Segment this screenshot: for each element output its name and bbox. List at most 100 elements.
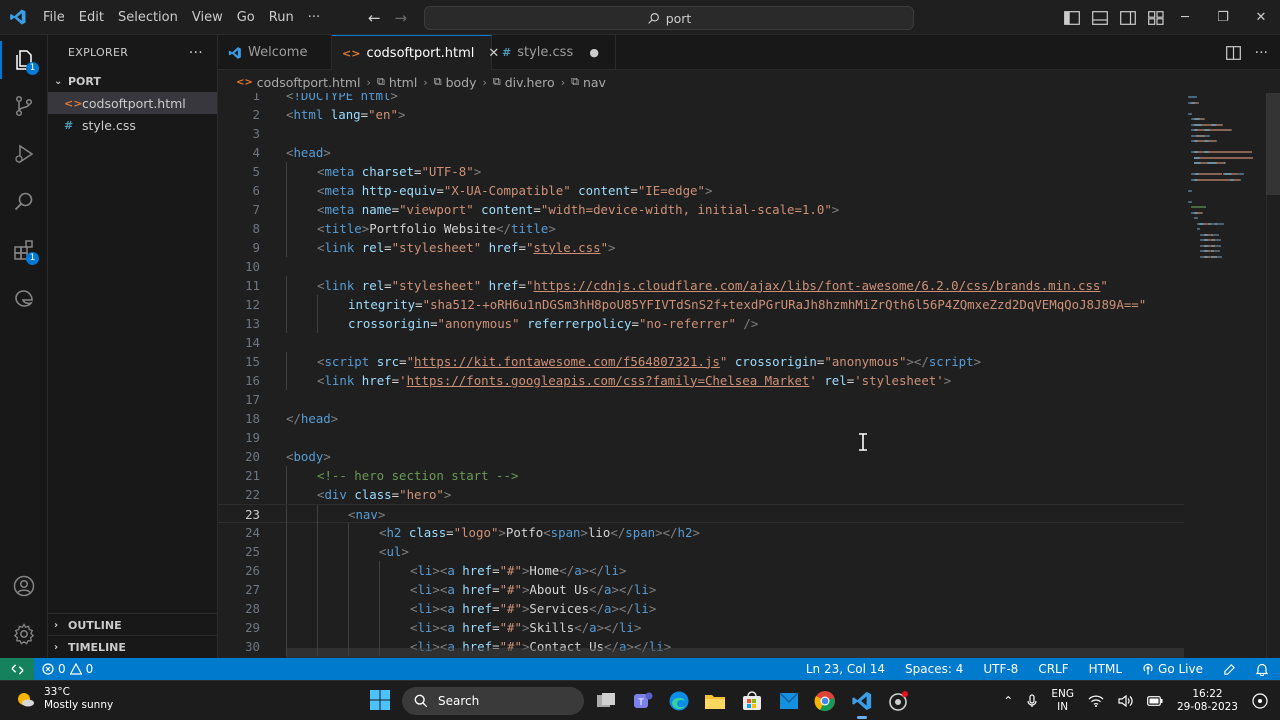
recorder-icon[interactable] [886,689,910,713]
restore-button[interactable]: ❐ [1204,0,1242,35]
run-debug-button[interactable] [0,131,48,177]
horizontal-scrollbar[interactable] [286,648,1184,658]
chevron-up-icon[interactable]: ⌃ [1003,694,1013,708]
breadcrumb-body[interactable]: body [446,75,477,90]
encoding[interactable]: UTF-8 [983,662,1018,676]
vscode-taskbar-icon[interactable] [850,689,874,719]
language-mode[interactable]: HTML [1089,662,1122,676]
tab-welcome[interactable]: Welcome [218,35,332,70]
edge-browser-icon[interactable] [667,689,691,713]
close-window-button[interactable]: ✕ [1242,0,1280,35]
search-button[interactable] [0,179,48,225]
menu-file[interactable]: File [36,0,72,35]
battery-icon[interactable] [1147,696,1163,706]
menu-go[interactable]: Go [230,0,262,35]
notification-icon[interactable] [1252,693,1268,709]
cursor-position[interactable]: Ln 23, Col 14 [806,662,885,676]
task-view-icon[interactable] [594,689,618,713]
code-line[interactable]: 28 <li><a href="#">Services</a></li> [218,598,1184,618]
code-line[interactable]: 27 <li><a href="#">About Us</a></li> [218,579,1184,599]
code-line[interactable]: 11 <link rel="stylesheet" href="https://c… [218,275,1184,295]
file-style-css[interactable]: # style.css [48,114,217,136]
command-center-search[interactable]: port [424,6,914,30]
code-line[interactable]: 13 crossorigin="anonymous" referrerpolicy… [218,313,1184,333]
code-line[interactable]: 4 <head> [218,143,1184,162]
mail-icon[interactable] [777,689,801,713]
taskbar-search[interactable]: Search [402,687,584,715]
source-control-button[interactable] [0,83,48,129]
code-line[interactable]: 7 <meta name="viewport" content="width=de… [218,199,1184,219]
code-line[interactable]: 17 [218,390,1184,409]
code-line[interactable]: 18 </head> [218,409,1184,428]
volume-icon[interactable] [1118,695,1133,707]
code-line[interactable]: 21 <!-- hero section start --> [218,465,1184,485]
code-line[interactable]: 5 <meta charset="UTF-8"> [218,161,1184,181]
unsaved-dot-icon[interactable]: ● [587,46,601,59]
folder-port[interactable]: ⌄ PORT [48,70,217,92]
code-line[interactable]: 15 <script src="https://kit.fontawesome.c… [218,351,1184,371]
customize-layout-icon[interactable] [1148,10,1164,25]
file-explorer-icon[interactable] [703,689,727,713]
code-line[interactable]: 9 <link rel="stylesheet" href="style.css"… [218,237,1184,257]
wifi-icon[interactable] [1088,695,1104,707]
problems-indicator[interactable]: 0 0 [34,662,93,676]
indentation[interactable]: Spaces: 4 [905,662,963,676]
outline-section[interactable]: › OUTLINE [48,613,218,636]
code-line[interactable]: 24 <h2 class="logo">Potfo<span>lio</span>… [218,522,1184,542]
tab-codsoftport-html[interactable]: <> codsoftport.html ✕ [332,35,499,70]
edge-devtools-button[interactable] [0,275,48,321]
feedback-icon[interactable] [1223,663,1236,676]
file-codsoftport-html[interactable]: <> codsoftport.html [48,92,217,114]
accounts-button[interactable] [0,563,48,609]
code-line[interactable]: 1 <!DOCTYPE html> [218,93,1184,105]
code-line[interactable]: 22 <div class="hero"> [218,484,1184,504]
code-line[interactable]: 3 [218,124,1184,143]
bell-icon[interactable] [1256,663,1268,676]
microphone-icon[interactable] [1027,694,1037,708]
minimap[interactable] [1188,93,1266,268]
extensions-button[interactable]: 1 [0,227,48,273]
sidebar-more-button[interactable]: ··· [189,45,203,61]
breadcrumb-div-hero[interactable]: div.hero [505,75,555,90]
code-editor[interactable]: 1 <!DOCTYPE html> 2 <html lang="en"> 3 4 <head… [218,93,1280,658]
line-ending[interactable]: CRLF [1038,662,1068,676]
code-line[interactable]: 20 <body> [218,447,1184,466]
code-line[interactable]: 26 <li><a href="#">Home</a></li> [218,560,1184,580]
minimize-button[interactable]: ─ [1166,0,1204,35]
toggle-sidebar-icon[interactable] [1064,10,1080,25]
toggle-secondary-sidebar-icon[interactable] [1120,10,1136,25]
code-line[interactable]: 29 <li><a href="#">Skills</a></li> [218,617,1184,637]
menu-view[interactable]: View [185,0,230,35]
store-icon[interactable] [740,689,764,713]
code-line[interactable]: 14 [218,333,1184,352]
code-line[interactable]: 16 <link href='https://fonts.googleapis.c… [218,370,1184,390]
split-editor-icon[interactable] [1225,45,1241,60]
timeline-section[interactable]: › TIMELINE [48,635,218,658]
more-actions-button[interactable]: ··· [1255,45,1268,61]
code-line[interactable]: 25 <ul> [218,541,1184,561]
clock[interactable]: 16:22 29-08-2023 [1177,688,1238,714]
explorer-button[interactable]: 1 [0,37,48,83]
code-line[interactable]: 2 <html lang="en"> [218,105,1184,124]
menu-more[interactable]: ··· [301,0,327,35]
code-line[interactable]: 12 integrity="sha512-+oRH6u1nDGSm3hH8poU8… [218,294,1184,314]
menu-selection[interactable]: Selection [111,0,185,35]
weather-widget[interactable]: 33°C Mostly sunny [14,686,113,712]
menu-edit[interactable]: Edit [72,0,111,35]
language-indicator[interactable]: ENG IN [1051,688,1074,714]
vertical-scrollbar[interactable] [1266,93,1280,658]
forward-arrow-icon[interactable]: → [395,9,408,27]
back-arrow-icon[interactable]: ← [368,9,381,27]
remote-button[interactable] [0,658,34,680]
code-line[interactable]: 19 [218,428,1184,447]
scrollbar-thumb[interactable] [1266,93,1280,195]
breadcrumb-nav[interactable]: nav [583,75,606,90]
windows-start-icon[interactable] [369,689,391,711]
code-line[interactable]: 6 <meta http-equiv="X-UA-Compatible" cont… [218,180,1184,200]
code-line[interactable]: 23 <nav> [218,503,1184,524]
teams-icon[interactable]: T [631,689,655,713]
toggle-panel-icon[interactable] [1092,10,1108,25]
tab-style-css[interactable]: # style.css ● [492,35,616,70]
breadcrumb-file[interactable]: codsoftport.html [257,75,361,90]
code-line[interactable]: 10 [218,257,1184,276]
